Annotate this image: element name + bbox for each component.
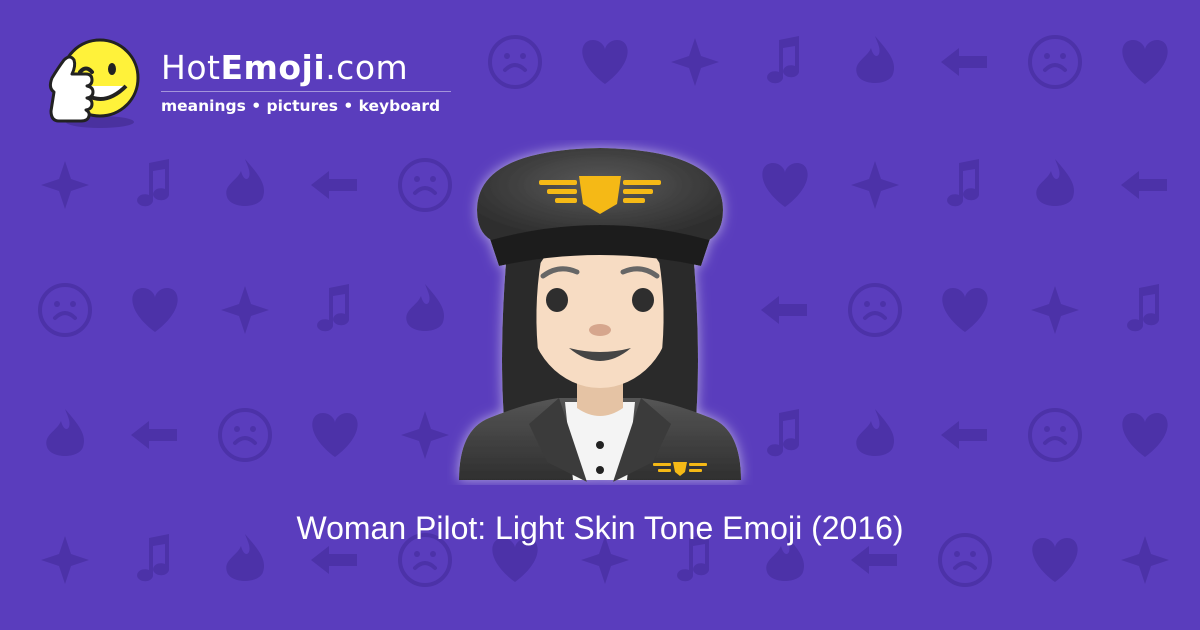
background-arrow-icon [131, 421, 177, 449]
background-arrow-icon [851, 546, 897, 574]
background-fire-icon [856, 409, 895, 456]
background-smiley-face-icon [38, 283, 92, 337]
background-star-icon [401, 411, 449, 459]
background-music-note-icon [137, 159, 169, 207]
background-star-icon [1031, 286, 1079, 334]
background-arrow-icon [941, 48, 987, 76]
background-heart-icon [1122, 413, 1168, 457]
background-music-note-icon [947, 159, 979, 207]
background-arrow-icon [1121, 171, 1167, 199]
background-arrow-icon [311, 171, 357, 199]
background-smiley-face-icon [848, 283, 902, 337]
background-star-icon [671, 38, 719, 86]
winking-thumbs-up-smiley-icon [48, 38, 140, 128]
background-heart-icon [762, 163, 808, 207]
logo-divider [161, 91, 451, 92]
background-fire-icon [406, 284, 445, 331]
background-smiley-face-icon [218, 408, 272, 462]
background-smiley-face-icon [1028, 408, 1082, 462]
background-arrow-icon [311, 546, 357, 574]
background-music-note-icon [317, 284, 349, 332]
site-wordmark: HotEmoji.com [161, 48, 408, 87]
background-heart-icon [582, 40, 628, 84]
woman-pilot-emoji-image [459, 148, 741, 482]
brand-prefix: Hot [161, 48, 221, 87]
site-logo[interactable]: HotEmoji.com meanings • pictures • keybo… [40, 34, 470, 134]
background-heart-icon [1122, 40, 1168, 84]
emoji-title-caption: Woman Pilot: Light Skin Tone Emoji (2016… [296, 510, 904, 546]
background-star-icon [221, 286, 269, 334]
brand-bold: Emoji [220, 48, 326, 87]
background-arrow-icon [761, 296, 807, 324]
background-smiley-face-icon [398, 158, 452, 212]
background-heart-icon [132, 288, 178, 332]
brand-suffix: .com [325, 48, 409, 87]
background-fire-icon [46, 409, 85, 456]
background-heart-icon [312, 413, 358, 457]
background-star-icon [851, 161, 899, 209]
background-heart-icon [942, 288, 988, 332]
background-fire-icon [856, 36, 895, 83]
background-music-note-icon [767, 36, 799, 84]
background-arrow-icon [941, 421, 987, 449]
background-star-icon [41, 161, 89, 209]
background-music-note-icon [767, 409, 799, 457]
background-fire-icon [226, 159, 265, 206]
background-music-note-icon [1127, 284, 1159, 332]
site-tagline: meanings • pictures • keyboard [161, 97, 441, 115]
background-fire-icon [1036, 159, 1075, 206]
background-smiley-face-icon [1028, 35, 1082, 89]
background-smiley-face-icon [488, 35, 542, 89]
